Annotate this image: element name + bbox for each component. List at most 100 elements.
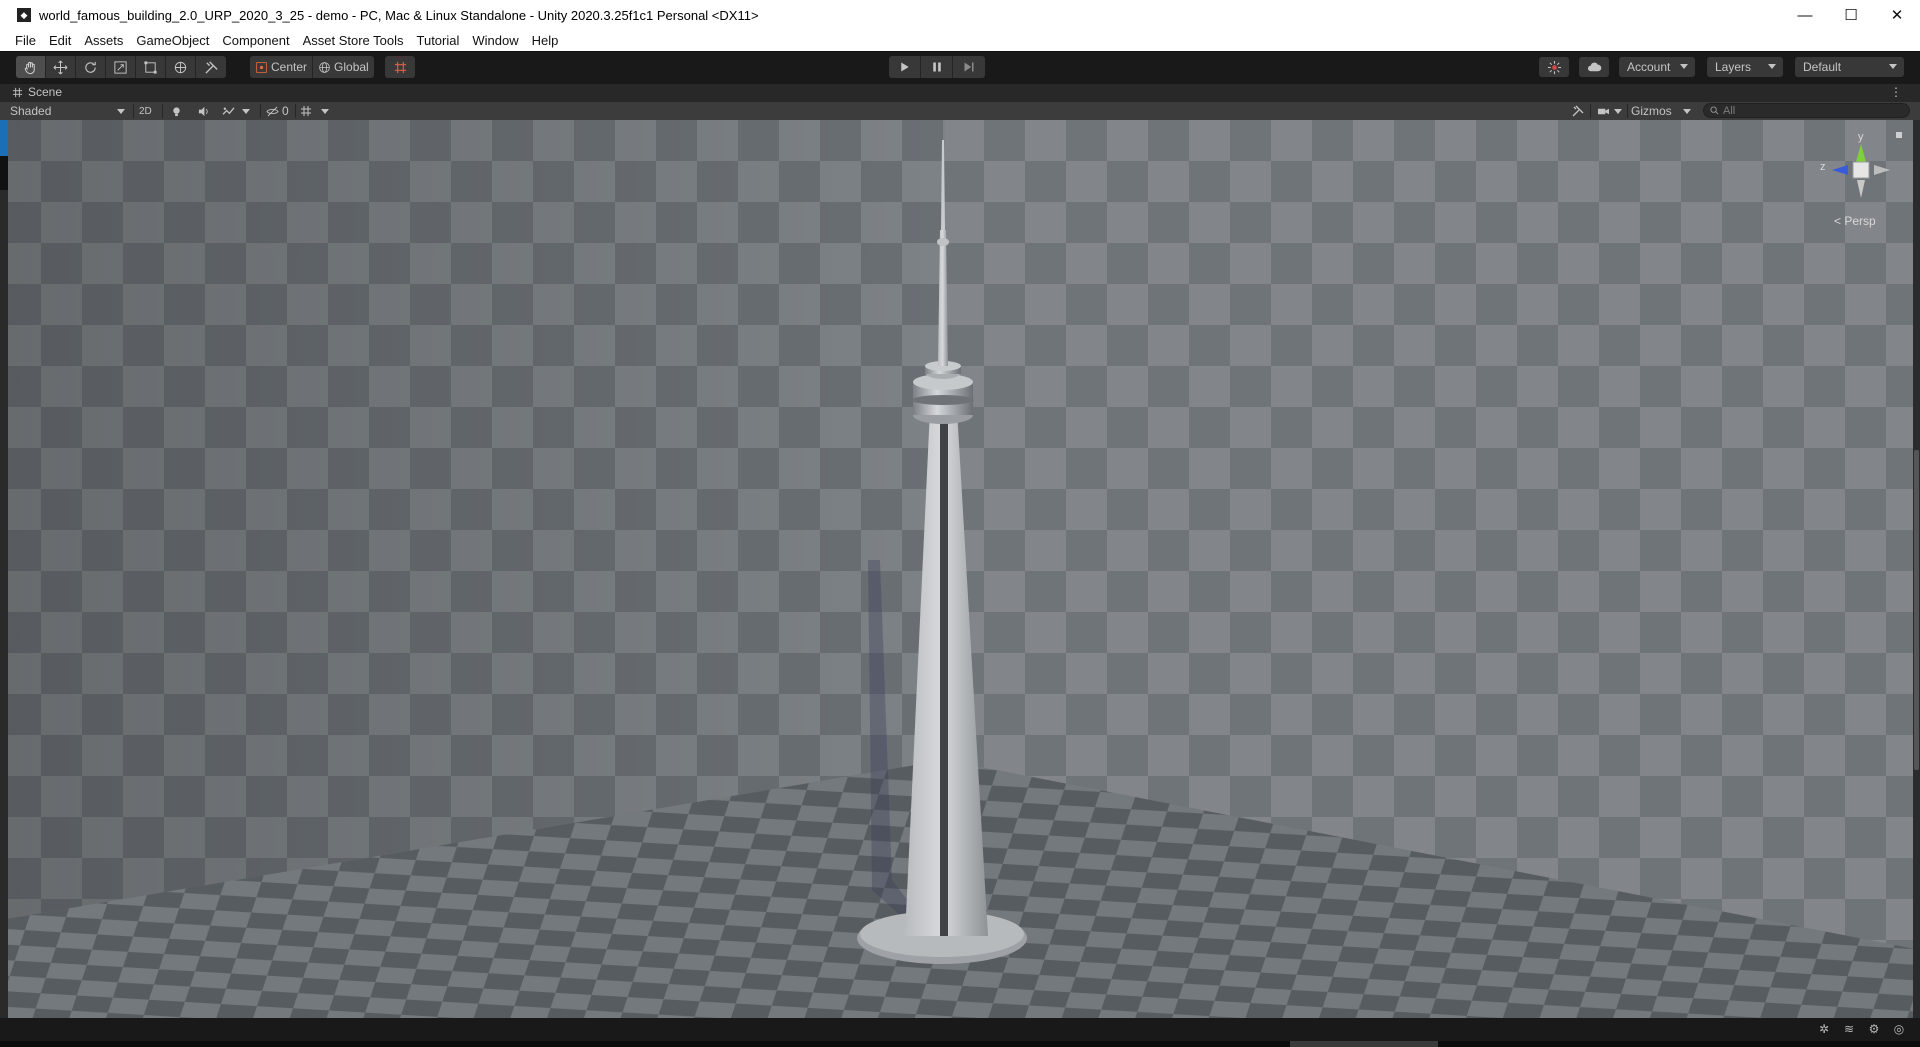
hand-tool-button[interactable] — [16, 56, 46, 78]
custom-tool-button[interactable] — [196, 56, 226, 78]
draw-mode-label: Shaded — [10, 104, 52, 118]
scene-tools-button[interactable] — [1572, 102, 1584, 120]
maximize-button[interactable]: ☐ — [1828, 0, 1874, 30]
transform-tools — [16, 56, 226, 78]
pause-icon — [932, 62, 941, 72]
toggle-2d-button[interactable]: 2D — [139, 102, 152, 120]
grid-snap-icon — [394, 61, 406, 73]
close-button[interactable]: ✕ — [1874, 0, 1920, 30]
gizmo-y-label: y — [1858, 131, 1864, 143]
chevron-down-icon — [1889, 64, 1897, 69]
rect-tool-button[interactable] — [136, 56, 166, 78]
more-options-icon[interactable]: ⋮ — [1890, 85, 1902, 99]
progress-icon[interactable]: ◎ — [1892, 1022, 1906, 1036]
menu-file[interactable]: File — [0, 33, 42, 48]
projection-toggle[interactable]: < Persp — [1834, 214, 1876, 228]
hidden-count: 0 — [282, 104, 289, 118]
scale-tool-button[interactable] — [106, 56, 136, 78]
layers-dropdown[interactable]: Layers — [1707, 57, 1783, 77]
scene-view-toolbar: Shaded 2D 0 Gizmos All — [0, 102, 1920, 121]
left-accent-dark — [0, 156, 8, 190]
menu-asset-store-tools[interactable]: Asset Store Tools — [296, 33, 410, 48]
menu-window[interactable]: Window — [465, 33, 524, 48]
viewport-scrollbar[interactable] — [1913, 120, 1920, 1018]
lock-icon — [1896, 132, 1902, 138]
divider — [260, 104, 261, 118]
layout-label: Default — [1803, 60, 1842, 74]
grid-icon — [301, 106, 311, 116]
menu-help[interactable]: Help — [525, 33, 565, 48]
pivot-mode-label: Center — [271, 60, 308, 74]
chevron-down-icon — [242, 108, 250, 114]
grid-snap-group — [385, 56, 415, 78]
menu-gameobject[interactable]: GameObject — [129, 33, 215, 48]
layers-label: Layers — [1715, 60, 1752, 74]
rotate-icon — [85, 61, 96, 73]
tools-icon — [204, 60, 218, 74]
minimize-button[interactable]: — — [1782, 0, 1828, 30]
collab-button[interactable] — [1539, 57, 1569, 77]
menu-edit[interactable]: Edit — [42, 33, 77, 48]
transform-tool-button[interactable] — [166, 56, 196, 78]
move-tool-button[interactable] — [46, 56, 76, 78]
hand-icon — [24, 61, 35, 74]
transform-icon — [174, 61, 187, 73]
menu-bar: File Edit Assets GameObject Component As… — [0, 30, 1920, 51]
grid-snap-button[interactable] — [385, 56, 415, 78]
scene-search-input[interactable]: All — [1703, 103, 1910, 118]
axis-gizmo-icon: y z — [1820, 131, 1902, 198]
divider — [1590, 104, 1591, 118]
gizmo-z-label: z — [1820, 161, 1826, 173]
grid-toggle[interactable] — [300, 102, 329, 120]
hidden-objects-toggle[interactable]: 0 — [266, 102, 289, 120]
pause-button[interactable] — [921, 56, 953, 78]
rect-icon — [144, 60, 157, 74]
debug-icon[interactable]: ✲ — [1817, 1022, 1831, 1036]
window-title: world_famous_building_2.0_URP_2020_3_25 … — [39, 7, 759, 23]
scene-tab-label: Scene — [28, 85, 63, 99]
chevron-down-icon — [1680, 64, 1688, 69]
account-dropdown[interactable]: Account — [1619, 57, 1695, 77]
menu-component[interactable]: Component — [215, 33, 295, 48]
play-icon — [900, 62, 909, 72]
scene-search-placeholder: All — [1723, 104, 1736, 117]
scale-icon — [114, 60, 127, 74]
cloud-icon — [1587, 62, 1601, 71]
chevron-down-icon — [1768, 64, 1776, 69]
lightbulb-icon — [173, 106, 180, 116]
menu-tutorial[interactable]: Tutorial — [410, 33, 466, 48]
account-label: Account — [1627, 60, 1671, 74]
auto-generate-icon[interactable]: ⚙ — [1867, 1022, 1881, 1036]
draw-mode-dropdown[interactable]: Shaded — [10, 102, 127, 120]
layers-icon[interactable]: ≋ — [1842, 1022, 1856, 1036]
cloud-button[interactable] — [1579, 57, 1609, 77]
move-icon — [53, 60, 68, 74]
gizmos-dropdown[interactable]: Gizmos — [1631, 102, 1693, 120]
scene-tab[interactable]: Scene — [12, 85, 62, 99]
divider — [133, 104, 134, 118]
effects-dropdown[interactable] — [222, 102, 250, 120]
lighting-toggle[interactable] — [171, 102, 182, 120]
divider — [1627, 104, 1628, 118]
pivot-mode-button[interactable]: Center — [250, 56, 314, 78]
pivot-toggles: Center Global — [250, 56, 374, 78]
pivot-center-icon — [256, 61, 267, 73]
speaker-icon — [198, 106, 208, 116]
menu-assets[interactable]: Assets — [77, 33, 129, 48]
window-title-bar: ◆ world_famous_building_2.0_URP_2020_3_2… — [0, 0, 1920, 30]
rotate-tool-button[interactable] — [76, 56, 106, 78]
pivot-rotation-button[interactable]: Global — [313, 56, 374, 78]
chevron-down-icon — [117, 109, 125, 114]
audio-toggle[interactable] — [198, 102, 209, 120]
layout-dropdown[interactable]: Default — [1795, 57, 1904, 77]
unity-logo-icon: ◆ — [17, 8, 31, 22]
camera-dropdown[interactable] — [1597, 102, 1622, 120]
play-button[interactable] — [889, 56, 921, 78]
step-button[interactable] — [953, 56, 985, 78]
bottom-scroll-segment — [1290, 1041, 1438, 1047]
scrollbar-thumb[interactable] — [1914, 450, 1919, 770]
effects-icon — [222, 106, 235, 115]
orientation-gizmo[interactable]: y z < Persp — [1816, 128, 1906, 238]
chevron-down-icon — [321, 108, 329, 114]
scene-viewport[interactable] — [0, 120, 1920, 1018]
